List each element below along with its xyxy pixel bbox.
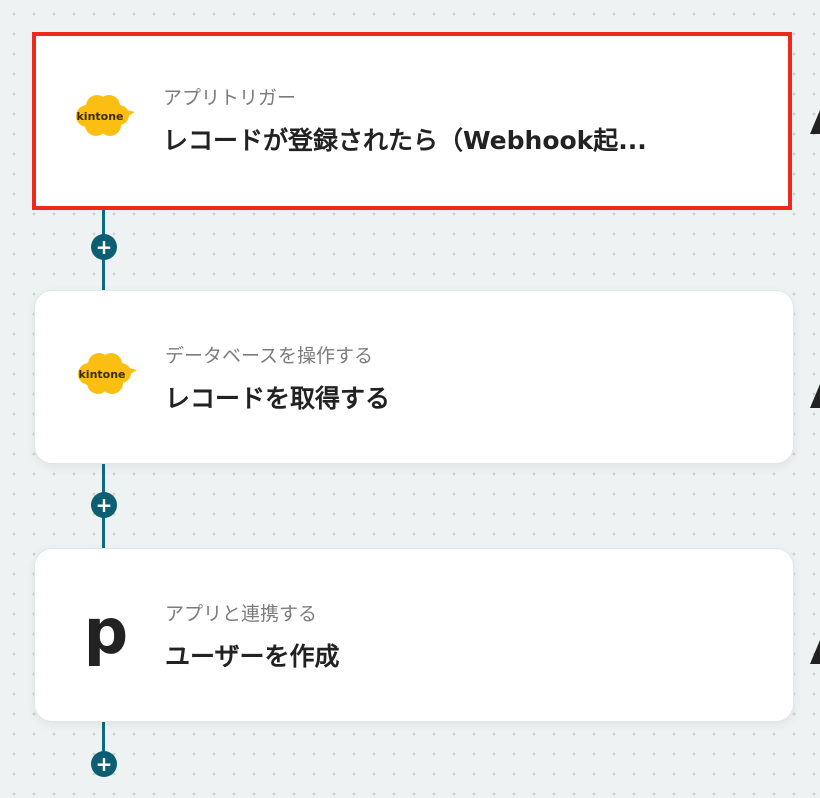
- flow-step-card-trigger[interactable]: kintone アプリトリガー レコードが登録されたら（Webhook起...: [32, 32, 792, 210]
- add-step-button[interactable]: +: [91, 751, 117, 777]
- flow-step-card-app-action[interactable]: p アプリと連携する ユーザーを作成: [34, 548, 794, 722]
- step-title: レコードを取得する: [165, 384, 391, 413]
- add-step-button[interactable]: +: [91, 492, 117, 518]
- p-logo-icon: p: [83, 595, 129, 668]
- step-category-label: データベースを操作する: [165, 345, 374, 367]
- kintone-logo-text: kintone: [76, 110, 123, 123]
- kintone-logo-icon: kintone: [73, 91, 135, 141]
- kintone-logo-icon: kintone: [75, 349, 137, 399]
- kintone-logo-text: kintone: [78, 368, 125, 381]
- step-category-label: アプリと連携する: [165, 603, 318, 625]
- add-step-button[interactable]: +: [91, 234, 117, 260]
- cropped-edge-icon: [810, 384, 820, 408]
- flow-step-card-database[interactable]: kintone データベースを操作する レコードを取得する: [34, 290, 794, 464]
- cropped-edge-icon: [810, 110, 820, 134]
- cropped-edge-icon: [810, 640, 820, 664]
- step-title: ユーザーを作成: [165, 642, 340, 671]
- step-category-label: アプリトリガー: [163, 87, 297, 109]
- step-title: レコードが登録されたら（Webhook起...: [163, 126, 647, 155]
